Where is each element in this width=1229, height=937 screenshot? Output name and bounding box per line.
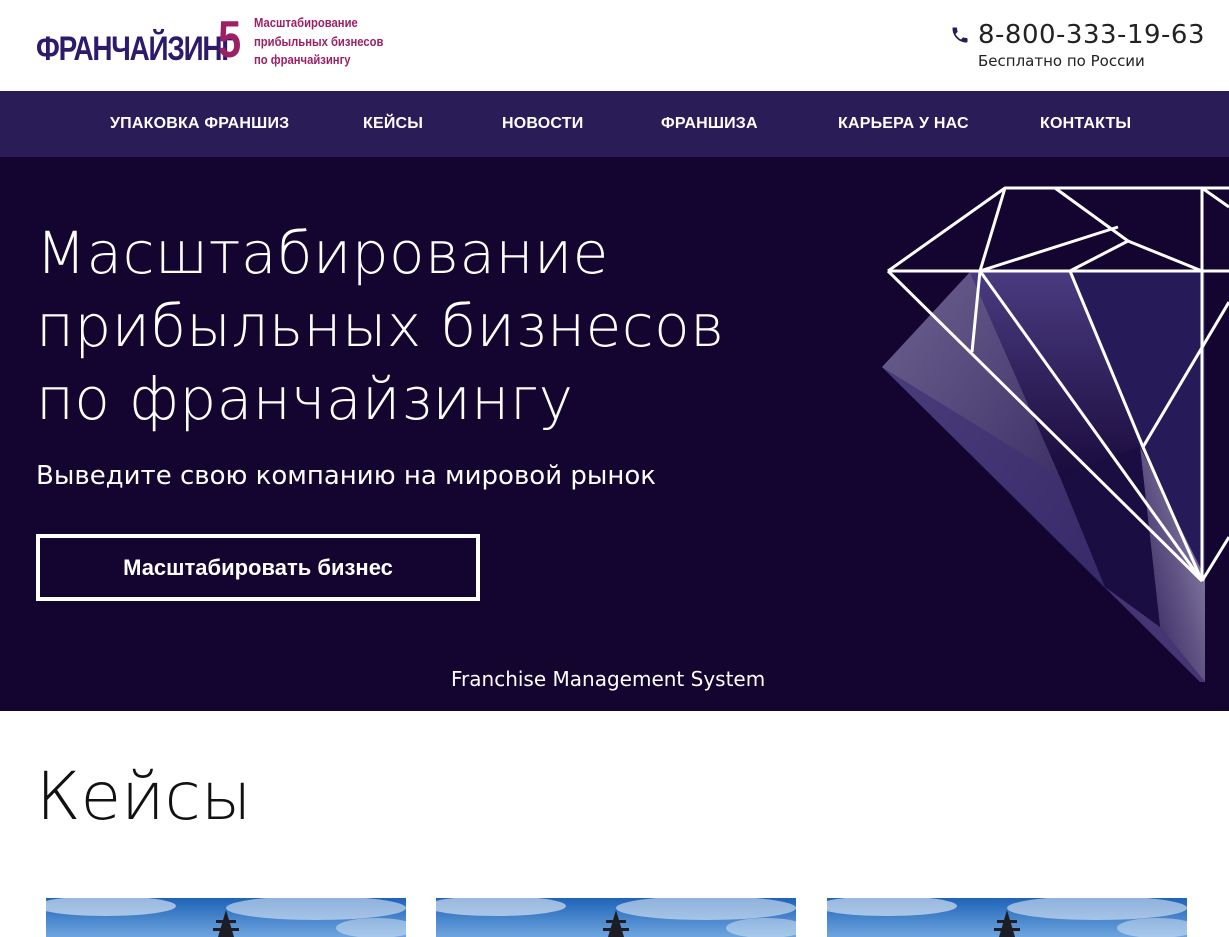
main-nav: УПАКОВКА ФРАНШИЗ КЕЙСЫ НОВОСТИ ФРАНШИЗА … [0, 91, 1229, 157]
hero-title: Масштабирование прибыльных бизнесов по ф… [36, 217, 725, 436]
case-card[interactable] [827, 898, 1187, 937]
case-card-image [436, 898, 796, 937]
nav-item-news[interactable]: НОВОСТИ [502, 91, 583, 157]
phone-icon [952, 27, 968, 43]
case-card[interactable] [436, 898, 796, 937]
phone-number[interactable]: 8-800-333-19-63 [978, 18, 1205, 52]
case-card[interactable] [46, 898, 406, 937]
diamond-illustration [882, 186, 1229, 682]
hero-subtitle: Выведите свою компанию на мировой рынок [36, 461, 657, 491]
nav-item-contacts[interactable]: КОНТАКТЫ [1040, 91, 1131, 157]
phone-block: 8-800-333-19-63 Бесплатно по России [950, 18, 1205, 70]
logo-wordmark: ФРАНЧАЙЗИНГ [36, 30, 237, 68]
scale-business-button[interactable]: Масштабировать бизнес [36, 534, 480, 601]
case-card-image [46, 898, 406, 937]
hero-section: Масштабирование прибыльных бизнесов по ф… [0, 157, 1229, 711]
logo-tagline-line: прибыльных бизнесов [254, 34, 384, 49]
logo-tagline-line: Масштабирование [254, 16, 358, 30]
nav-item-careers[interactable]: КАРЬЕРА У НАС [838, 91, 969, 157]
case-card-image [827, 898, 1187, 937]
phone-note: Бесплатно по России [978, 52, 1145, 70]
logo[interactable]: ФРАНЧАЙЗИНГ 5 Масштабирование прибыльных… [36, 14, 398, 70]
nav-item-cases[interactable]: КЕЙСЫ [363, 91, 423, 157]
nav-item-franchise[interactable]: ФРАНШИЗА [661, 91, 758, 157]
hero-title-line: по франчайзингу [36, 365, 574, 433]
cases-title: Кейсы [36, 758, 252, 835]
hero-caption: Franchise Management System [451, 667, 766, 691]
nav-item-franchise-packaging[interactable]: УПАКОВКА ФРАНШИЗ [110, 91, 289, 157]
hero-title-line: прибыльных бизнесов [36, 292, 725, 360]
site-header: ФРАНЧАЙЗИНГ 5 Масштабирование прибыльных… [0, 0, 1229, 91]
logo-digit: 5 [218, 11, 242, 69]
hero-title-line: Масштабирование [36, 219, 609, 287]
logo-tagline: Масштабирование прибыльных бизнесов по ф… [254, 14, 398, 70]
logo-tagline-line: по франчайзингу [254, 53, 351, 67]
